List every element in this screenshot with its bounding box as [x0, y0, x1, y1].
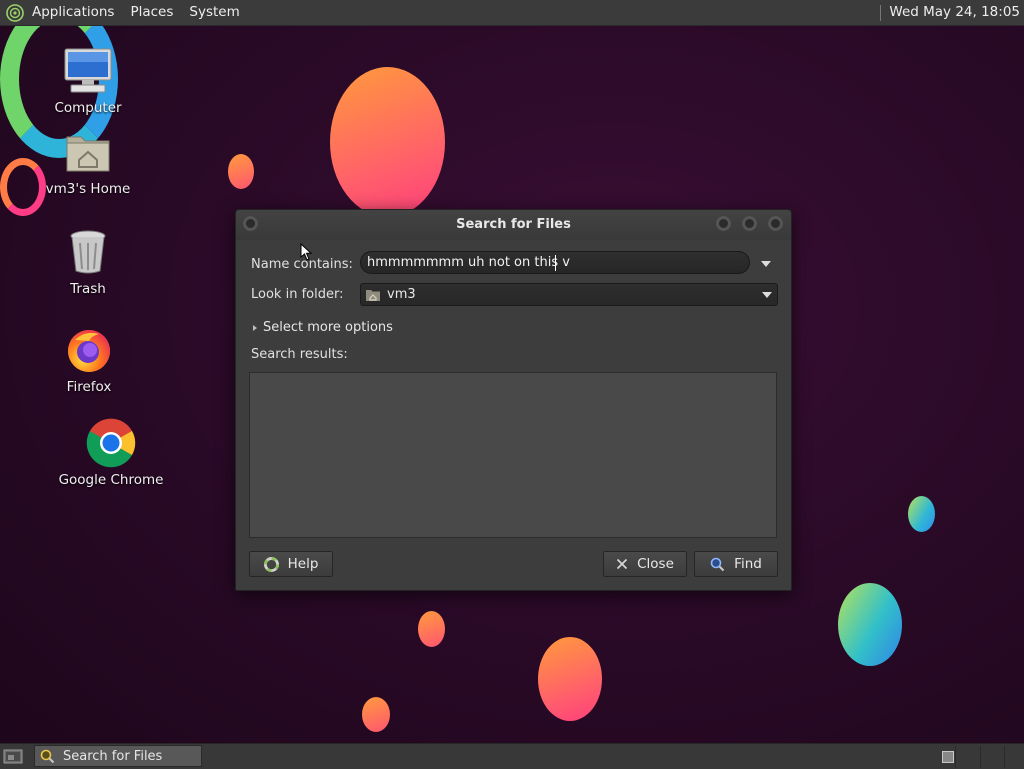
wallpaper-blue-blob	[838, 583, 902, 666]
computer-icon	[64, 48, 112, 93]
text-cursor	[555, 255, 556, 271]
look-in-folder-combo[interactable]: vm3	[360, 283, 778, 306]
dialog-titlebar[interactable]: Search for Files	[236, 210, 791, 240]
desktop-icon-computer[interactable]: Computer	[33, 45, 143, 116]
home-folder-icon	[66, 136, 110, 172]
panel-separator	[880, 4, 882, 21]
help-button[interactable]: Help	[249, 551, 333, 577]
search-for-files-dialog: Search for Files Name contains: Look in …	[235, 209, 792, 591]
mate-logo-icon	[6, 3, 24, 22]
search-results-list[interactable]	[249, 372, 777, 538]
select-more-options-expander[interactable]: Select more options	[253, 320, 393, 335]
chrome-icon	[86, 418, 136, 468]
minimize-button[interactable]	[716, 216, 731, 231]
close-window-button[interactable]	[768, 216, 783, 231]
close-button-label: Close	[637, 556, 674, 572]
desktop-icon-label: Firefox	[66, 379, 112, 395]
workspace-3[interactable]	[980, 746, 1005, 768]
wallpaper-small-orange-blob	[362, 697, 390, 732]
system-menu[interactable]: System	[181, 0, 247, 25]
help-lifebuoy-icon	[263, 556, 279, 572]
desktop-icon-trash[interactable]: Trash	[33, 226, 143, 297]
dialog-title: Search for Files	[456, 217, 571, 232]
desktop-icon-label: Google Chrome	[58, 472, 164, 488]
bottom-panel: Search for Files	[0, 743, 1024, 769]
desktop-icon-firefox[interactable]: Firefox	[34, 324, 144, 395]
places-menu[interactable]: Places	[122, 0, 181, 25]
desktop-icon-chrome[interactable]: Google Chrome	[56, 417, 166, 488]
help-button-label: Help	[287, 556, 319, 572]
look-in-folder-value: vm3	[387, 287, 416, 302]
search-icon	[710, 557, 725, 571]
applications-menu[interactable]: Applications	[0, 0, 122, 25]
workspace-2[interactable]	[955, 746, 980, 768]
top-panel: Applications Places System Wed May 24, 1…	[0, 0, 1024, 26]
find-button[interactable]: Find	[694, 551, 778, 577]
wallpaper-small-orange-blob	[418, 611, 445, 647]
clock-label: Wed May 24, 18:05	[889, 4, 1020, 20]
select-more-options-label: Select more options	[263, 320, 393, 335]
wallpaper-orange-blob	[538, 637, 602, 721]
applications-menu-label: Applications	[32, 4, 115, 20]
desktop-icon-label: vm3's Home	[45, 181, 131, 197]
look-in-folder-label: Look in folder:	[251, 287, 344, 302]
desktop-icon-label: Trash	[70, 281, 106, 297]
wallpaper-blue-blob	[908, 496, 935, 532]
taskbar-item-search-for-files[interactable]: Search for Files	[34, 745, 202, 767]
name-history-dropdown-arrow[interactable]	[761, 261, 771, 267]
taskbar-item-label: Search for Files	[63, 748, 163, 764]
show-desktop-icon[interactable]	[3, 748, 23, 764]
desktop-icon-label: Computer	[54, 100, 122, 116]
wallpaper-small-orange-blob	[228, 154, 254, 189]
close-button[interactable]: Close	[603, 551, 687, 577]
desktop-icon-home[interactable]: vm3's Home	[33, 126, 143, 197]
clock[interactable]: Wed May 24, 18:05	[880, 0, 1020, 25]
workspace-4[interactable]	[1004, 746, 1024, 768]
home-folder-icon	[366, 289, 380, 301]
maximize-button[interactable]	[742, 216, 757, 231]
trash-icon	[70, 230, 106, 274]
expander-triangle-icon	[253, 324, 257, 331]
mouse-pointer-icon	[300, 243, 312, 261]
search-icon	[40, 749, 55, 763]
close-icon	[617, 558, 628, 570]
search-results-label: Search results:	[251, 347, 348, 362]
wallpaper-orange-blob	[330, 67, 445, 217]
workspace-switcher-active[interactable]	[942, 751, 954, 763]
firefox-icon	[68, 330, 110, 372]
panel-menu-bar: Applications Places System	[0, 0, 248, 25]
chevron-down-icon	[762, 292, 772, 298]
find-button-label: Find	[734, 556, 762, 572]
